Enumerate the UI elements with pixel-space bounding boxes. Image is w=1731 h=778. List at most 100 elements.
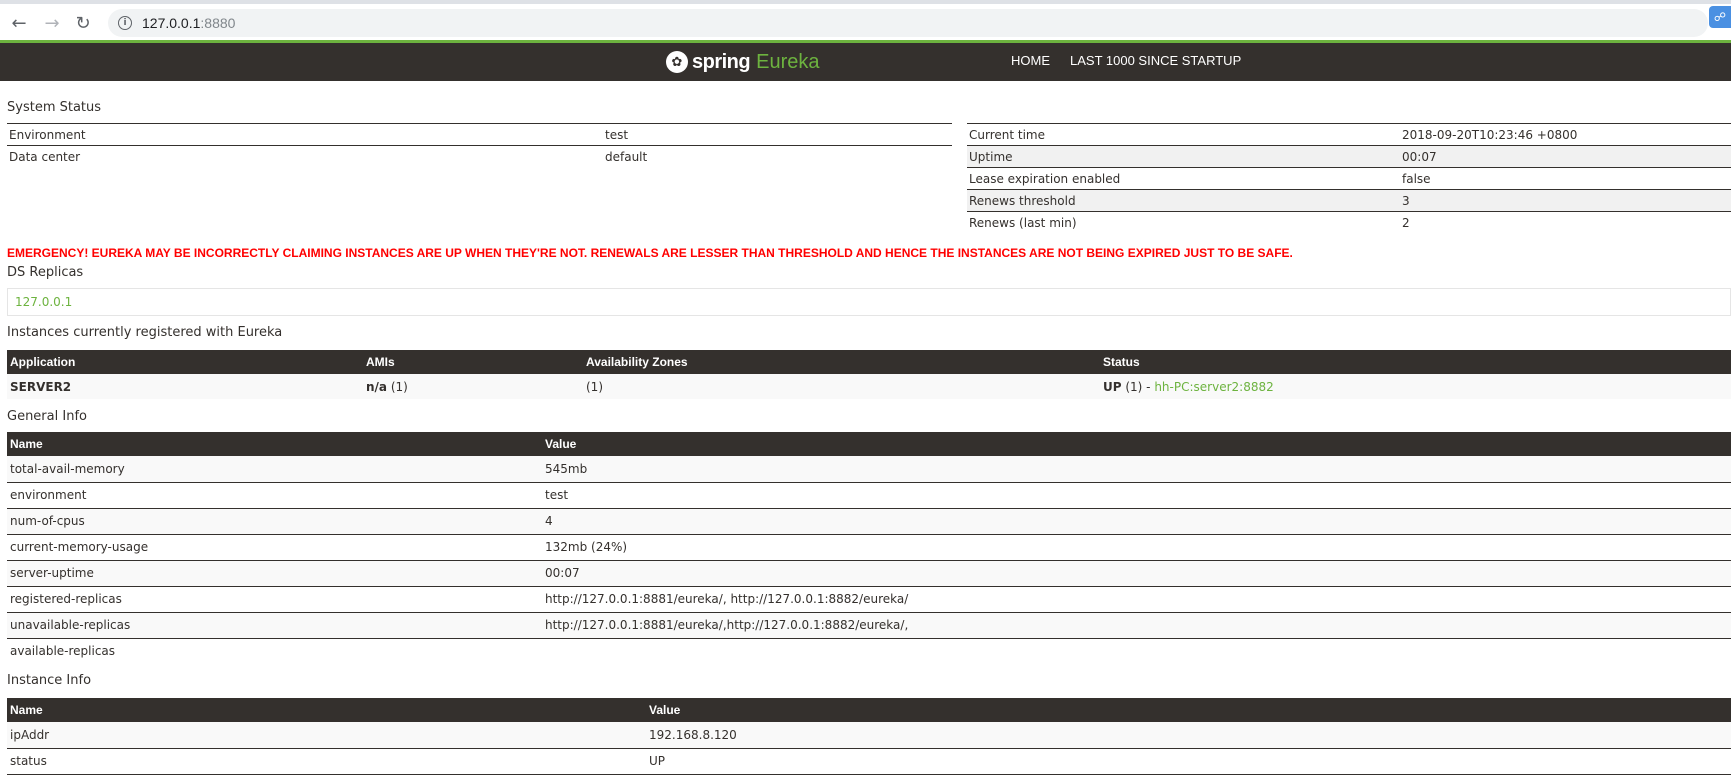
- zones-cell: (1): [583, 374, 1100, 399]
- instance-info-heading: Instance Info: [7, 673, 92, 688]
- table-row: Environment test: [7, 123, 952, 146]
- instances-heading: Instances currently registered with Eure…: [7, 325, 283, 340]
- instances-table: Application AMIs Availability Zones Stat…: [7, 350, 1731, 399]
- table-row: Lease expiration enabled false: [967, 167, 1731, 190]
- back-arrow-icon[interactable]: ←: [6, 10, 32, 36]
- status-value: 00:07: [1400, 145, 1731, 168]
- status-value: 2: [1400, 211, 1731, 234]
- column-header: Value: [542, 432, 1731, 456]
- address-bar[interactable]: i 127.0.0.1:8880: [108, 9, 1708, 37]
- system-status-left-table: Environment test Data center default: [7, 123, 952, 168]
- status-key: Lease expiration enabled: [967, 167, 1400, 190]
- ds-replicas-list: 127.0.0.1: [7, 288, 1731, 316]
- system-status-right-table: Current time 2018-09-20T10:23:46 +0800 U…: [967, 123, 1731, 234]
- nav-links: HOME LAST 1000 SINCE STARTUP: [1011, 53, 1241, 68]
- info-value: 00:07: [542, 560, 1731, 587]
- info-value: test: [542, 482, 1731, 509]
- info-value: 132mb (24%): [542, 534, 1731, 561]
- browser-toolbar: ← → ↻ i 127.0.0.1:8880 ☍: [0, 0, 1731, 41]
- info-value: [542, 638, 1731, 664]
- table-row: ipAddr 192.168.8.120: [7, 722, 1731, 749]
- column-header: Name: [7, 432, 542, 456]
- info-icon[interactable]: i: [118, 16, 132, 30]
- brand-spring: spring: [692, 50, 751, 73]
- table-header-row: Name Value: [7, 698, 1731, 722]
- table-row: Current time 2018-09-20T10:23:46 +0800: [967, 123, 1731, 146]
- amis-cell: n/a (1): [363, 374, 583, 399]
- brand-logo[interactable]: ✿ spring Eureka: [666, 49, 820, 75]
- column-header: AMIs: [363, 350, 583, 374]
- info-value: 545mb: [542, 456, 1731, 483]
- table-row: Renews (last min) 2: [967, 211, 1731, 234]
- status-count: (1) -: [1121, 379, 1155, 394]
- column-header: Status: [1100, 350, 1731, 374]
- system-status-heading: System Status: [7, 100, 102, 115]
- info-name: registered-replicas: [7, 586, 542, 613]
- status-value: test: [603, 123, 952, 146]
- info-name: status: [7, 748, 646, 775]
- info-name: num-of-cpus: [7, 508, 542, 535]
- ds-replicas-heading: DS Replicas: [7, 265, 84, 280]
- brand-eureka: Eureka: [756, 50, 820, 73]
- extension-icon[interactable]: ☍: [1709, 6, 1731, 28]
- url-host: 127.0.0.1: [142, 15, 201, 31]
- status-cell: UP (1) - hh-PC:server2:8882: [1100, 374, 1731, 399]
- table-row: num-of-cpus 4: [7, 508, 1731, 535]
- status-value: 3: [1400, 189, 1731, 212]
- general-info-table: Name Value total-avail-memory 545mb envi…: [7, 432, 1731, 664]
- info-value: http://127.0.0.1:8881/eureka/, http://12…: [542, 586, 1731, 613]
- top-navbar: ✿ spring Eureka HOME LAST 1000 SINCE STA…: [0, 40, 1731, 81]
- column-header: Application: [7, 350, 363, 374]
- table-row: unavailable-replicas http://127.0.0.1:88…: [7, 612, 1731, 639]
- table-row: status UP: [7, 748, 1731, 775]
- table-row: available-replicas: [7, 638, 1731, 664]
- info-name: available-replicas: [7, 638, 542, 664]
- info-value: 4: [542, 508, 1731, 535]
- application-name-text: SERVER2: [10, 379, 72, 394]
- status-key: Uptime: [967, 145, 1400, 168]
- table-row: Uptime 00:07: [967, 145, 1731, 168]
- table-row: registered-replicas http://127.0.0.1:888…: [7, 586, 1731, 613]
- instance-link[interactable]: hh-PC:server2:8882: [1154, 380, 1273, 394]
- status-value: 2018-09-20T10:23:46 +0800: [1400, 123, 1731, 146]
- status-key: Current time: [967, 123, 1400, 146]
- status-value: default: [603, 145, 952, 168]
- table-row: environment test: [7, 482, 1731, 509]
- application-name: SERVER2: [7, 374, 363, 399]
- table-row: server-uptime 00:07: [7, 560, 1731, 587]
- nav-home-link[interactable]: HOME: [1011, 53, 1050, 68]
- reload-icon[interactable]: ↻: [70, 10, 96, 36]
- info-name: total-avail-memory: [7, 456, 542, 483]
- info-name: environment: [7, 482, 542, 509]
- info-name: ipAddr: [7, 722, 646, 749]
- spring-leaf-icon: ✿: [666, 51, 688, 73]
- table-row: total-avail-memory 545mb: [7, 456, 1731, 483]
- table-header-row: Application AMIs Availability Zones Stat…: [7, 350, 1731, 374]
- status-key: Renews threshold: [967, 189, 1400, 212]
- info-value: UP: [646, 748, 1731, 775]
- column-header: Name: [7, 698, 646, 722]
- info-name: unavailable-replicas: [7, 612, 542, 639]
- emergency-warning: EMERGENCY! EUREKA MAY BE INCORRECTLY CLA…: [7, 246, 1293, 260]
- nav-last-1000-link[interactable]: LAST 1000 SINCE STARTUP: [1070, 53, 1241, 68]
- table-header-row: Name Value: [7, 432, 1731, 456]
- status-key: Environment: [7, 123, 603, 146]
- replica-link[interactable]: 127.0.0.1: [15, 295, 72, 309]
- table-row: SERVER2 n/a (1) (1) UP (1) - hh-PC:serve…: [7, 374, 1731, 399]
- amis-count: (1): [387, 379, 408, 394]
- table-row: Renews threshold 3: [967, 189, 1731, 212]
- general-info-heading: General Info: [7, 409, 87, 424]
- column-header: Value: [646, 698, 1731, 722]
- column-header: Availability Zones: [583, 350, 1100, 374]
- url-port: :8880: [200, 15, 236, 31]
- table-row: Data center default: [7, 145, 952, 168]
- forward-arrow-icon[interactable]: →: [39, 10, 65, 36]
- status-key: Renews (last min): [967, 211, 1400, 234]
- table-row: current-memory-usage 132mb (24%): [7, 534, 1731, 561]
- status-value: UP: [1103, 379, 1122, 394]
- info-name: current-memory-usage: [7, 534, 542, 561]
- info-value: http://127.0.0.1:8881/eureka/,http://127…: [542, 612, 1731, 639]
- amis-value: n/a: [366, 379, 388, 394]
- info-name: server-uptime: [7, 560, 542, 587]
- status-value: false: [1400, 167, 1731, 190]
